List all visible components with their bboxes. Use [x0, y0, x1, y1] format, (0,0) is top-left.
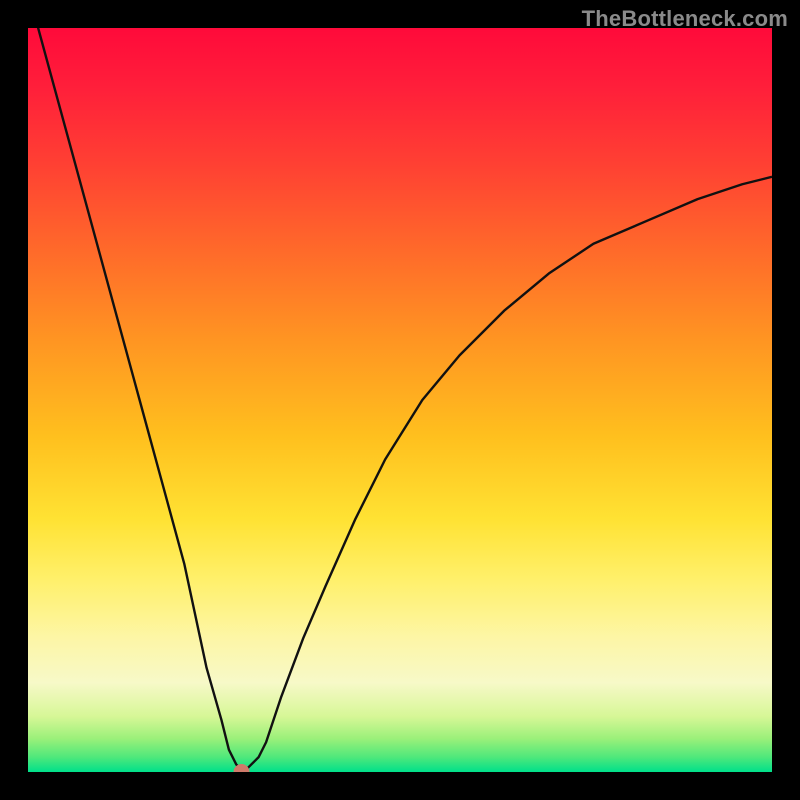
bottleneck-curve — [28, 28, 772, 772]
plot-area — [28, 28, 772, 772]
chart-frame: TheBottleneck.com — [0, 0, 800, 800]
curve-svg — [28, 28, 772, 772]
watermark-text: TheBottleneck.com — [582, 6, 788, 32]
